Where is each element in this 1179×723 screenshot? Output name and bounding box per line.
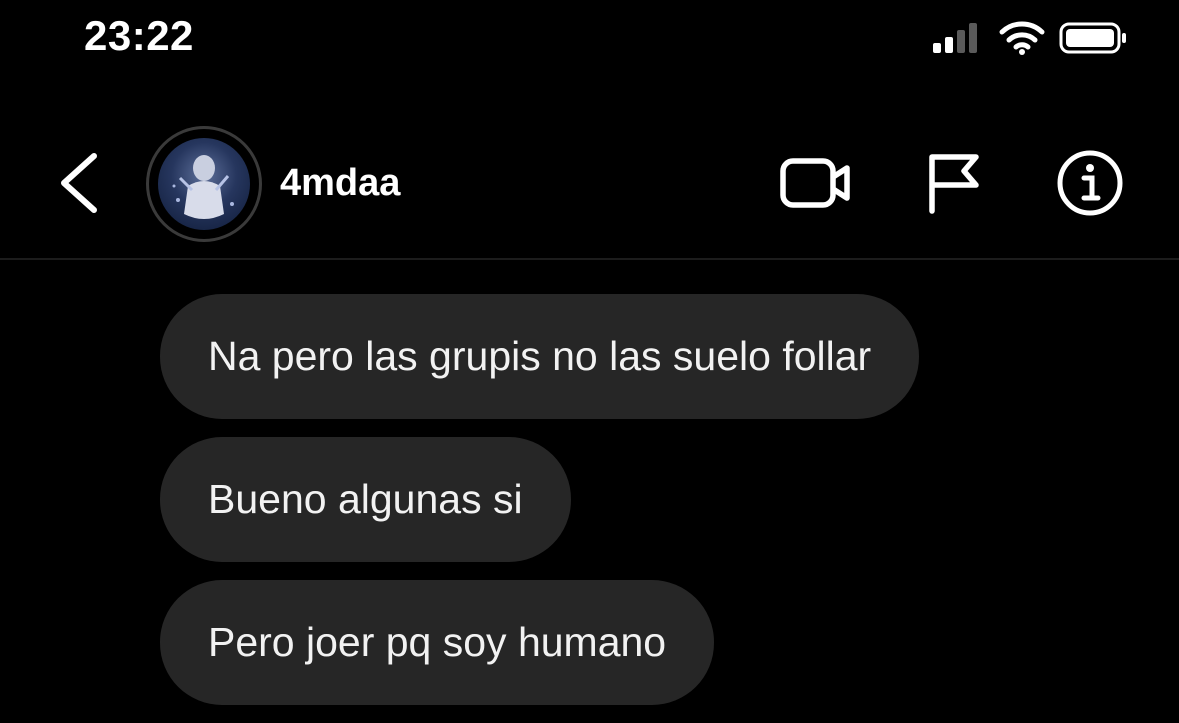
- message-list: Na pero las grupis no las suelo follar B…: [160, 294, 1120, 723]
- message-bubble[interactable]: Bueno algunas si: [160, 437, 571, 562]
- flag-icon: [922, 151, 986, 220]
- info-icon: [1055, 148, 1125, 223]
- profile-avatar[interactable]: [146, 126, 262, 242]
- wifi-icon: [999, 20, 1045, 61]
- message-row: Na pero las grupis no las suelo follar: [160, 294, 1120, 437]
- report-button[interactable]: [914, 150, 994, 220]
- back-button[interactable]: [56, 152, 104, 214]
- header-divider: [0, 258, 1179, 260]
- username[interactable]: 4mdaa: [280, 162, 400, 205]
- chevron-left-icon: [56, 153, 104, 218]
- message-bubble[interactable]: Pero joer pq soy humano: [160, 580, 715, 705]
- message-row: Bueno algunas si: [160, 437, 1120, 580]
- cellular-signal-icon: [933, 21, 985, 60]
- status-time: 23:22: [84, 12, 194, 59]
- battery-icon: [1059, 21, 1129, 60]
- video-call-button[interactable]: [776, 150, 856, 220]
- video-call-icon: [779, 155, 853, 216]
- message-bubble[interactable]: Na pero las grupis no las suelo follar: [160, 294, 920, 419]
- status-bar: 23:22: [0, 0, 1179, 80]
- info-button[interactable]: [1050, 150, 1130, 220]
- avatar-image: [158, 138, 250, 230]
- message-row: Pero joer pq soy humano: [160, 580, 1120, 723]
- conversation-header: 4mdaa: [0, 110, 1179, 260]
- status-icons: [933, 20, 1129, 61]
